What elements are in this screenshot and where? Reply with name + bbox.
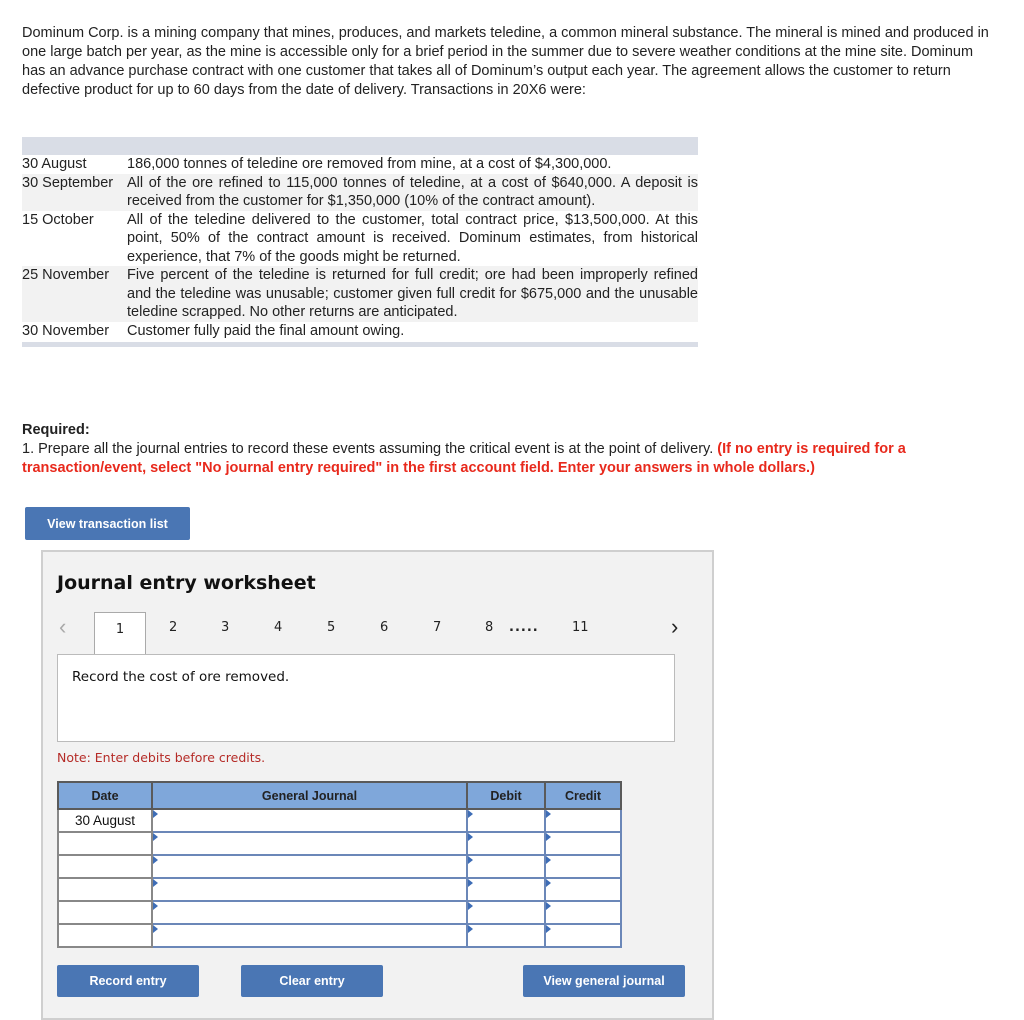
entry-note: Note: Enter debits before credits. — [57, 750, 266, 765]
account-field[interactable] — [151, 831, 468, 856]
problem-intro: Dominum Corp. is a mining company that m… — [22, 25, 989, 98]
worksheet-title: Journal entry worksheet — [57, 572, 316, 594]
transaction-date: 30 August — [22, 156, 87, 172]
table-row — [57, 831, 622, 856]
table-row — [57, 923, 622, 948]
transaction-description: All of the teledine delivered to the cus… — [127, 211, 698, 265]
debit-field[interactable] — [466, 877, 546, 902]
page-tab-4[interactable]: 4 — [274, 620, 282, 635]
credit-field[interactable] — [544, 831, 622, 856]
debit-field[interactable] — [466, 831, 546, 856]
transactions-table: 30 August 186,000 tonnes of teledine ore… — [22, 137, 698, 347]
transaction-date: 25 November — [22, 267, 110, 283]
table-row — [57, 877, 622, 902]
date-cell — [57, 877, 153, 902]
page-tab-8[interactable]: 8 — [485, 620, 493, 635]
transaction-date: 15 October — [22, 211, 94, 228]
date-cell — [57, 900, 153, 925]
transaction-row: 30 September All of the ore refined to 1… — [22, 173, 698, 211]
page-tab-5[interactable]: 5 — [327, 620, 335, 635]
entry-pager: ‹ 1 2 3 4 5 6 7 8 ..... 11 › — [43, 612, 712, 654]
credit-field[interactable] — [544, 900, 622, 925]
chevron-left-icon[interactable]: ‹ — [59, 614, 66, 640]
required-section: Required: 1. Prepare all the journal ent… — [22, 421, 1012, 478]
account-field[interactable] — [151, 808, 468, 833]
entry-prompt: Record the cost of ore removed. — [57, 654, 675, 742]
page-tab-6[interactable]: 6 — [380, 620, 388, 635]
page-tab-1[interactable]: 1 — [94, 612, 146, 654]
transaction-description: Customer fully paid the final amount owi… — [127, 322, 405, 339]
credit-field[interactable] — [544, 923, 622, 948]
page-ellipsis: ..... — [509, 620, 539, 635]
table-row — [57, 854, 622, 879]
debit-field[interactable] — [466, 808, 546, 833]
page-tab-3[interactable]: 3 — [221, 620, 229, 635]
debit-field[interactable] — [466, 854, 546, 879]
date-cell — [57, 831, 153, 856]
transactions-footer-bar — [22, 342, 698, 347]
date-cell: 30 August — [57, 808, 153, 833]
col-date: Date — [57, 781, 153, 810]
record-entry-button[interactable]: Record entry — [57, 965, 199, 997]
account-field[interactable] — [151, 900, 468, 925]
transaction-row: 30 November Customer fully paid the fina… — [22, 322, 698, 341]
chevron-right-icon[interactable]: › — [671, 614, 678, 640]
transaction-description: 186,000 tonnes of teledine ore removed f… — [127, 156, 612, 172]
col-general-journal: General Journal — [151, 781, 468, 810]
table-row — [57, 900, 622, 925]
journal-header-row: Date General Journal Debit Credit — [57, 781, 622, 810]
date-cell — [57, 923, 153, 948]
transaction-date: 30 September — [22, 174, 114, 191]
transaction-row: 25 November Five percent of the teledine… — [22, 266, 698, 322]
view-transaction-list-button[interactable]: View transaction list — [25, 507, 190, 540]
credit-field[interactable] — [544, 854, 622, 879]
debit-field[interactable] — [466, 900, 546, 925]
table-row: 30 August — [57, 808, 622, 833]
page-tab-2[interactable]: 2 — [169, 620, 177, 635]
date-cell — [57, 854, 153, 879]
transaction-row: 30 August 186,000 tonnes of teledine ore… — [22, 155, 698, 174]
credit-field[interactable] — [544, 808, 622, 833]
transactions-header-bar — [22, 137, 698, 155]
required-label: Required: — [22, 422, 90, 438]
col-debit: Debit — [466, 781, 546, 810]
journal-entry-worksheet: Journal entry worksheet ‹ 1 2 3 4 5 6 7 … — [41, 550, 714, 1020]
page-tab-7[interactable]: 7 — [433, 620, 441, 635]
transaction-date: 30 November — [22, 322, 110, 339]
page-tab-11[interactable]: 11 — [572, 620, 589, 635]
journal-table: Date General Journal Debit Credit 30 Aug… — [57, 781, 622, 948]
view-general-journal-button[interactable]: View general journal — [523, 965, 685, 997]
account-field[interactable] — [151, 854, 468, 879]
account-field[interactable] — [151, 877, 468, 902]
transaction-description: All of the ore refined to 115,000 tonnes… — [127, 174, 698, 210]
debit-field[interactable] — [466, 923, 546, 948]
required-text: 1. Prepare all the journal entries to re… — [22, 441, 714, 457]
transaction-row: 15 October All of the teledine delivered… — [22, 211, 698, 267]
transaction-description: Five percent of the teledine is returned… — [127, 267, 698, 320]
clear-entry-button[interactable]: Clear entry — [241, 965, 383, 997]
col-credit: Credit — [544, 781, 622, 810]
credit-field[interactable] — [544, 877, 622, 902]
account-field[interactable] — [151, 923, 468, 948]
